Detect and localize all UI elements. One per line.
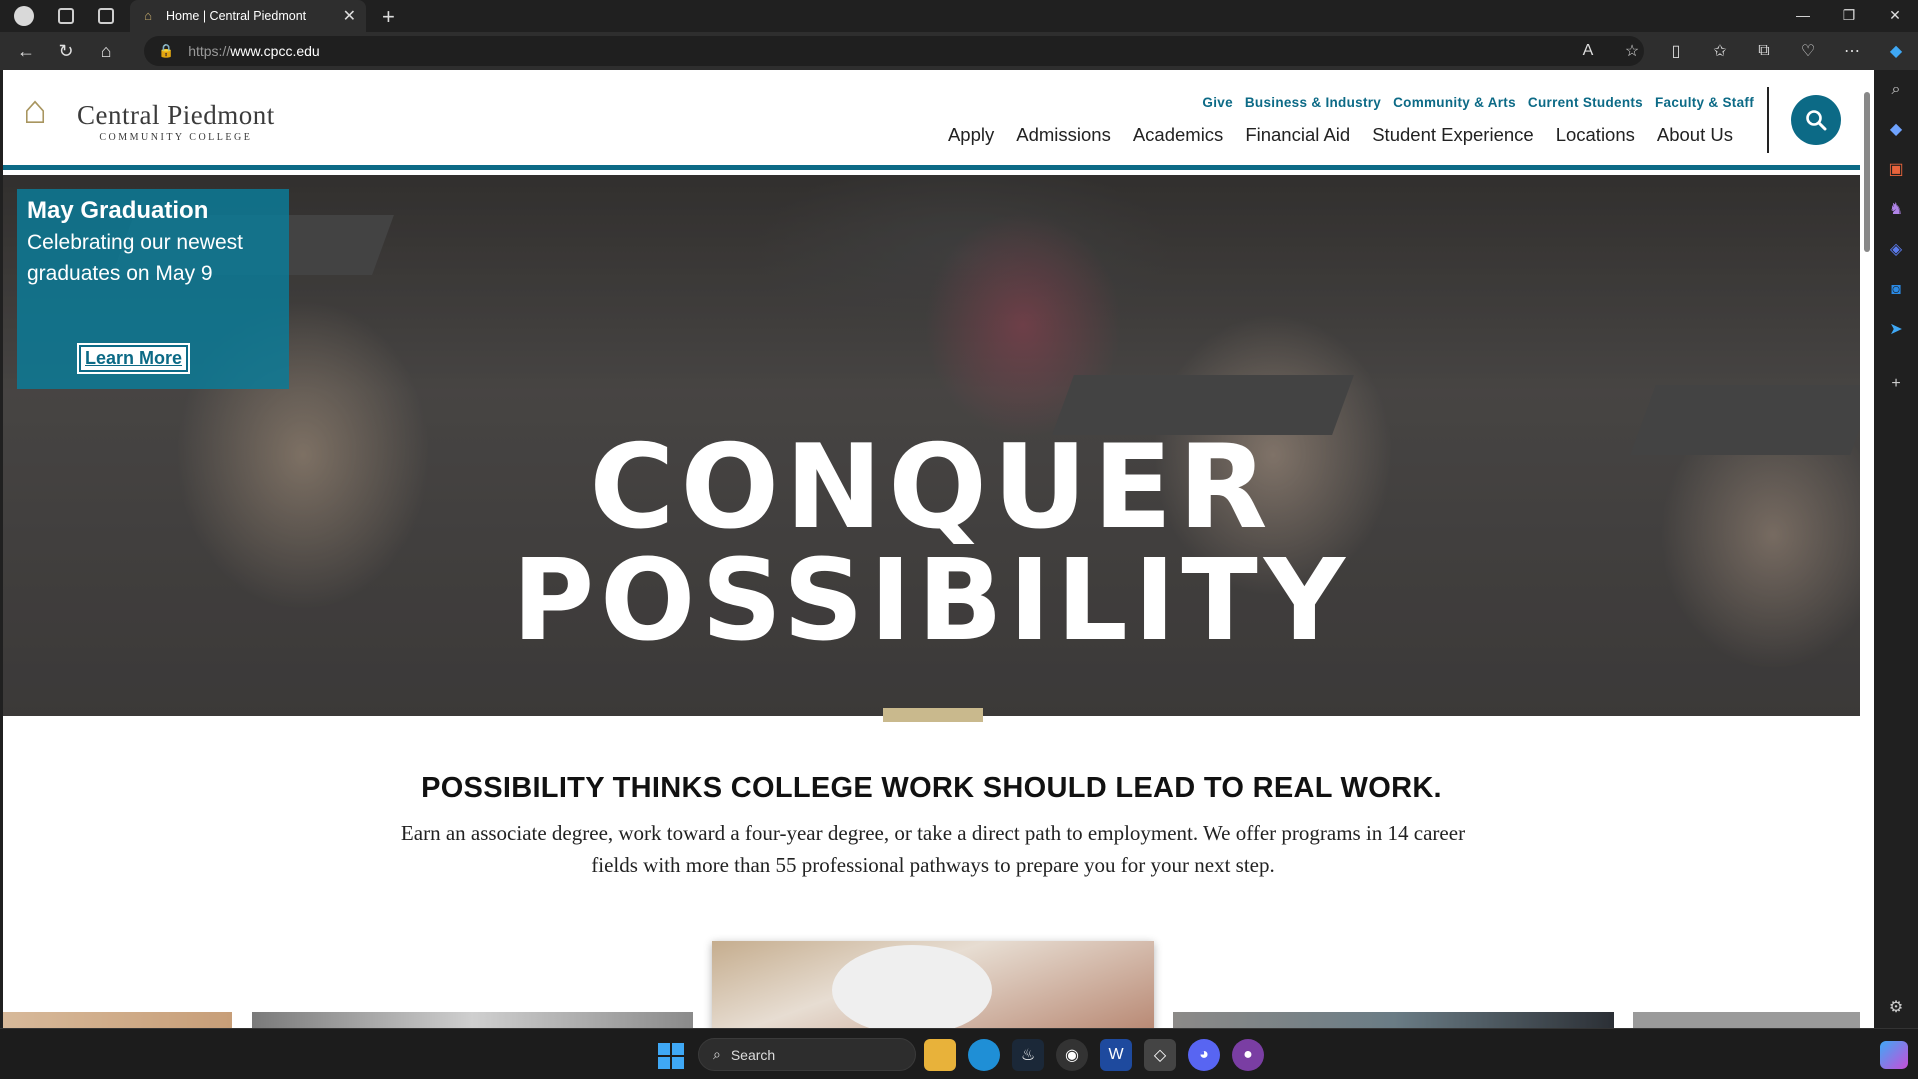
github-icon[interactable]: ●: [1232, 1039, 1264, 1071]
program-card[interactable]: [3, 1012, 232, 1028]
hero-title-line2: POSSIBILITY: [512, 536, 1351, 666]
sidebar-copilot-icon[interactable]: ◈: [1874, 230, 1918, 270]
nav-academics[interactable]: Academics: [1122, 124, 1234, 146]
intro-heading: POSSIBILITY THINKS COLLEGE WORK SHOULD L…: [421, 772, 1442, 804]
sidebar-toolbox-icon[interactable]: ▣: [1874, 150, 1918, 190]
split-screen-icon[interactable]: ▯: [1654, 41, 1698, 61]
search-icon: ⌕: [713, 1046, 721, 1062]
learn-more-button[interactable]: Learn More: [76, 343, 191, 374]
sidebar-outlook-icon[interactable]: ◙: [1874, 270, 1918, 310]
program-card-featured[interactable]: [712, 941, 1154, 1028]
collections-icon[interactable]: ⧉: [1742, 42, 1786, 60]
utility-nav: Give Business & Industry Community & Art…: [1202, 95, 1754, 110]
site-favicon-icon: ⌂: [144, 8, 152, 23]
workspaces-icon[interactable]: [58, 8, 74, 24]
hero-title-line1: CONQUER: [589, 420, 1274, 555]
browser-essentials-icon[interactable]: ♡: [1786, 41, 1830, 61]
tab-title: Home | Central Piedmont: [166, 9, 307, 23]
toolbar-actions: A ☆ ▯ ✩ ⧉ ♡ ⋯ ◆: [1566, 32, 1918, 70]
util-link-faculty[interactable]: Faculty & Staff: [1655, 95, 1754, 110]
profile-icon[interactable]: [14, 6, 34, 26]
browser-tab-bar: ⌂ Home | Central Piedmont ✕ + — ❐ ✕: [0, 0, 1918, 32]
nav-student-experience[interactable]: Student Experience: [1361, 124, 1544, 146]
more-icon[interactable]: ⋯: [1830, 41, 1874, 61]
taskbar-apps: ♨ ◉ W ◇ ◕ ●: [924, 1039, 1264, 1071]
college-logo[interactable]: ⌂ Central Piedmont COMMUNITY COLLEGE: [23, 84, 275, 143]
vertical-tabs-icon[interactable]: [98, 8, 114, 24]
back-icon[interactable]: ←: [6, 41, 46, 62]
window-controls: — ❐ ✕: [1780, 0, 1918, 32]
logo-subtitle: COMMUNITY COLLEGE: [99, 132, 253, 143]
nav-financial-aid[interactable]: Financial Aid: [1234, 124, 1361, 146]
file-explorer-icon[interactable]: [924, 1039, 956, 1071]
program-card[interactable]: [1173, 1012, 1614, 1028]
edge-browser-icon[interactable]: [968, 1039, 1000, 1071]
promo-subtitle: Celebrating our newest graduates on May …: [27, 231, 243, 285]
copilot-taskbar-icon[interactable]: [1880, 1041, 1908, 1069]
minimize-icon[interactable]: —: [1780, 0, 1826, 32]
sidebar-search-icon[interactable]: ⌕: [1874, 70, 1918, 110]
read-aloud-icon[interactable]: A: [1566, 42, 1610, 60]
close-window-icon[interactable]: ✕: [1872, 0, 1918, 32]
webstorm-icon[interactable]: W: [1100, 1039, 1132, 1071]
taskbar-search-label: Search: [730, 1046, 776, 1063]
promo-title: May Graduation: [27, 197, 209, 224]
logo-text: Central Piedmont COMMUNITY COLLEGE: [77, 100, 275, 143]
discord-icon[interactable]: ◕: [1188, 1039, 1220, 1071]
nav-admissions[interactable]: Admissions: [1005, 124, 1122, 146]
nav-locations[interactable]: Locations: [1545, 124, 1646, 146]
browser-toolbar: ← ↻ ⌂ 🔒 https:// www.cpcc.edu A ☆ ▯ ✩ ⧉ …: [0, 32, 1918, 70]
new-tab-button[interactable]: +: [382, 4, 395, 30]
program-card[interactable]: [1633, 1012, 1860, 1028]
logo-mark-icon: ⌂: [23, 87, 48, 132]
util-link-community[interactable]: Community & Arts: [1393, 95, 1516, 110]
edge-sidebar: ⌕ ◆ ▣ ♞ ◈ ◙ ➤ + ⚙: [1874, 70, 1918, 1028]
sidebar-tag-icon[interactable]: ◆: [1874, 110, 1918, 150]
lock-icon[interactable]: 🔒: [158, 43, 174, 59]
sidebar-games-icon[interactable]: ♞: [1874, 190, 1918, 230]
logo-name: Central Piedmont: [77, 100, 275, 130]
card-photo-detail: [832, 945, 992, 1028]
unity-icon[interactable]: ◇: [1144, 1039, 1176, 1071]
sidebar-settings-icon[interactable]: ⚙: [1874, 988, 1918, 1028]
graduation-promo: May Graduation Celebrating our newest gr…: [17, 189, 289, 389]
page-scrollbar[interactable]: [1860, 70, 1874, 1028]
program-card[interactable]: [252, 1012, 693, 1028]
nav-about-us[interactable]: About Us: [1646, 124, 1744, 146]
page-viewport: ⌂ Central Piedmont COMMUNITY COLLEGE Giv…: [3, 70, 1860, 1028]
hero-banner: May Graduation Celebrating our newest gr…: [3, 175, 1860, 716]
search-icon: [1806, 110, 1827, 131]
favorite-star-icon[interactable]: ☆: [1610, 41, 1654, 61]
browser-tab[interactable]: ⌂ Home | Central Piedmont ✕: [130, 0, 366, 32]
windows-taskbar: ⌕ Search ♨ ◉ W ◇ ◕ ●: [0, 1028, 1918, 1079]
site-header: ⌂ Central Piedmont COMMUNITY COLLEGE Giv…: [3, 70, 1860, 170]
util-link-students[interactable]: Current Students: [1528, 95, 1643, 110]
copilot-icon[interactable]: ◆: [1874, 41, 1918, 61]
url-protocol: https://: [188, 43, 231, 59]
nav-divider: [1767, 87, 1769, 153]
windows-start-icon[interactable]: [658, 1043, 684, 1069]
address-bar[interactable]: 🔒 https:// www.cpcc.edu: [144, 36, 1644, 66]
close-tab-icon[interactable]: ✕: [343, 6, 356, 26]
sidebar-add-icon[interactable]: +: [1874, 364, 1918, 404]
taskbar-search[interactable]: ⌕ Search: [698, 1038, 916, 1071]
app-icon[interactable]: ◉: [1056, 1039, 1088, 1071]
main-nav: Apply Admissions Academics Financial Aid…: [937, 124, 1744, 146]
util-link-business[interactable]: Business & Industry: [1245, 95, 1381, 110]
home-icon[interactable]: ⌂: [86, 41, 126, 62]
sidebar-send-icon[interactable]: ➤: [1874, 310, 1918, 350]
gold-accent-bar: [883, 708, 983, 722]
site-search-button[interactable]: [1791, 95, 1841, 145]
nav-apply[interactable]: Apply: [937, 124, 1005, 146]
util-link-give[interactable]: Give: [1202, 95, 1232, 110]
steam-icon[interactable]: ♨: [1012, 1039, 1044, 1071]
intro-body: Earn an associate degree, work toward a …: [400, 821, 1466, 877]
favorites-icon[interactable]: ✩: [1698, 41, 1742, 61]
scrollbar-thumb[interactable]: [1864, 92, 1870, 252]
restore-icon[interactable]: ❐: [1826, 0, 1872, 32]
url-host: www.cpcc.edu: [230, 43, 320, 59]
refresh-icon[interactable]: ↻: [46, 41, 86, 62]
